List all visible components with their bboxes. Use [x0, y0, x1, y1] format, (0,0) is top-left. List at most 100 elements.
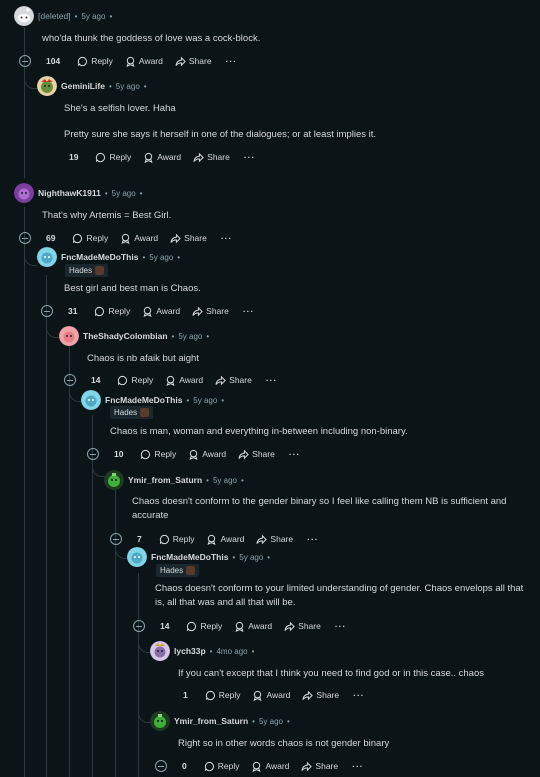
avatar[interactable]: [14, 183, 34, 203]
more-options-button[interactable]: ···: [266, 375, 278, 385]
reply-button[interactable]: Reply: [159, 534, 195, 545]
award-button[interactable]: Award: [206, 534, 244, 545]
award-label: Award: [248, 621, 273, 631]
award-label: Award: [179, 375, 204, 385]
award-icon: [207, 534, 217, 545]
avatar[interactable]: [104, 470, 124, 490]
avatar[interactable]: [81, 390, 101, 410]
reply-button[interactable]: Reply: [205, 690, 241, 701]
award-icon: [143, 306, 152, 317]
share-button[interactable]: Share: [170, 233, 207, 244]
share-button[interactable]: Share: [256, 534, 293, 545]
comment-author[interactable]: lych33p: [174, 646, 206, 656]
more-options-button[interactable]: ···: [353, 690, 365, 700]
avatar[interactable]: [59, 326, 79, 346]
share-button[interactable]: Share: [193, 152, 230, 163]
comment-text: That's why Artemis = Best Girl.: [42, 210, 172, 221]
comment-timestamp[interactable]: 5y ago: [81, 12, 105, 21]
reply-button[interactable]: Reply: [94, 306, 130, 317]
award-button[interactable]: Award: [165, 375, 203, 386]
comment-author[interactable]: NighthawK1911: [38, 188, 101, 198]
avatar[interactable]: [127, 547, 147, 567]
reply-button[interactable]: Reply: [204, 761, 239, 772]
award-button[interactable]: Award: [125, 56, 163, 67]
reply-icon: [78, 56, 88, 66]
collapse-thread-button[interactable]: [87, 448, 99, 460]
avatar[interactable]: [150, 641, 170, 661]
avatar[interactable]: [37, 76, 57, 96]
flair-label: Hades: [69, 266, 93, 275]
more-options-button[interactable]: ···: [335, 621, 347, 631]
comment-actions: 69 Reply Award Share ···: [19, 229, 232, 247]
more-options-button[interactable]: ···: [226, 56, 238, 66]
award-button[interactable]: Award: [188, 449, 226, 460]
share-button[interactable]: Share: [284, 621, 321, 632]
comment-timestamp[interactable]: 5y ago: [178, 332, 202, 341]
comment-author[interactable]: TheShadyColombian: [83, 331, 168, 341]
hades-icon: [95, 266, 105, 275]
collapse-thread-button[interactable]: [19, 232, 31, 244]
reply-button[interactable]: Reply: [117, 375, 153, 386]
collapse-thread-button[interactable]: [133, 620, 145, 632]
reply-button[interactable]: Reply: [186, 621, 222, 632]
award-button[interactable]: Award: [120, 233, 158, 244]
separator: •: [171, 331, 175, 341]
reply-label: Reply: [218, 690, 241, 700]
share-label: Share: [188, 56, 212, 66]
more-options-button[interactable]: ···: [243, 306, 255, 316]
comment-timestamp[interactable]: 5y ago: [112, 189, 136, 198]
comment-text: If you can't except that I think you nee…: [178, 668, 484, 679]
share-label: Share: [184, 233, 207, 243]
comment-timestamp[interactable]: 5y ago: [193, 396, 217, 405]
reply-icon: [73, 233, 83, 243]
share-button[interactable]: Share: [192, 306, 229, 317]
comment-author[interactable]: FncMadeMeDoThis: [151, 552, 228, 562]
share-button[interactable]: Share: [238, 449, 275, 460]
comment-timestamp[interactable]: 5y ago: [259, 717, 283, 726]
comment-timestamp[interactable]: 5y ago: [239, 553, 263, 562]
avatar[interactable]: [37, 247, 57, 267]
collapse-thread-button[interactable]: [110, 533, 122, 545]
collapse-thread-button[interactable]: [155, 760, 167, 772]
comment-timestamp[interactable]: 5y ago: [213, 476, 237, 485]
award-button[interactable]: Award: [143, 152, 181, 163]
reply-button[interactable]: Reply: [72, 233, 108, 244]
comment-timestamp[interactable]: 4mo ago: [216, 647, 247, 656]
reply-button[interactable]: Reply: [140, 449, 176, 460]
collapse-thread-button[interactable]: [64, 374, 76, 386]
comment-author[interactable]: GeminiLife: [61, 81, 105, 91]
collapse-thread-button[interactable]: [19, 55, 31, 67]
share-button[interactable]: Share: [301, 761, 338, 772]
more-options-button[interactable]: ···: [289, 449, 301, 459]
share-button[interactable]: Share: [215, 375, 252, 386]
comment-timestamp[interactable]: 5y ago: [116, 82, 140, 91]
share-button[interactable]: Share: [175, 56, 212, 67]
collapse-thread-button[interactable]: [41, 305, 53, 317]
share-button[interactable]: Share: [302, 690, 339, 701]
avatar[interactable]: [150, 711, 170, 731]
comment-author[interactable]: Ymir_from_Saturn: [128, 475, 202, 485]
comment-author[interactable]: FncMadeMeDoThis: [105, 395, 182, 405]
share-icon: [302, 690, 314, 700]
comment-actions: 1 Reply Award Share ···: [178, 686, 365, 704]
comment-header: FncMadeMeDoThis • 5y ago •: [37, 247, 180, 267]
award-button[interactable]: Award: [234, 621, 272, 632]
reply-label: Reply: [109, 152, 132, 162]
reply-button[interactable]: Reply: [95, 152, 131, 163]
reply-button[interactable]: Reply: [77, 56, 113, 67]
award-icon: [253, 690, 263, 701]
comment-author[interactable]: FncMadeMeDoThis: [61, 252, 138, 262]
more-options-button[interactable]: ···: [307, 534, 319, 544]
avatar[interactable]: [14, 6, 34, 26]
award-button[interactable]: Award: [252, 690, 290, 701]
reply-label: Reply: [172, 534, 195, 544]
comment-timestamp[interactable]: 5y ago: [149, 253, 173, 262]
comment-author[interactable]: Ymir_from_Saturn: [174, 716, 248, 726]
award-icon: [189, 449, 198, 460]
award-button[interactable]: Award: [142, 306, 180, 317]
share-label: Share: [207, 152, 230, 162]
more-options-button[interactable]: ···: [221, 233, 233, 243]
more-options-button[interactable]: ···: [352, 761, 364, 771]
award-button[interactable]: Award: [251, 761, 289, 772]
more-options-button[interactable]: ···: [244, 152, 256, 162]
